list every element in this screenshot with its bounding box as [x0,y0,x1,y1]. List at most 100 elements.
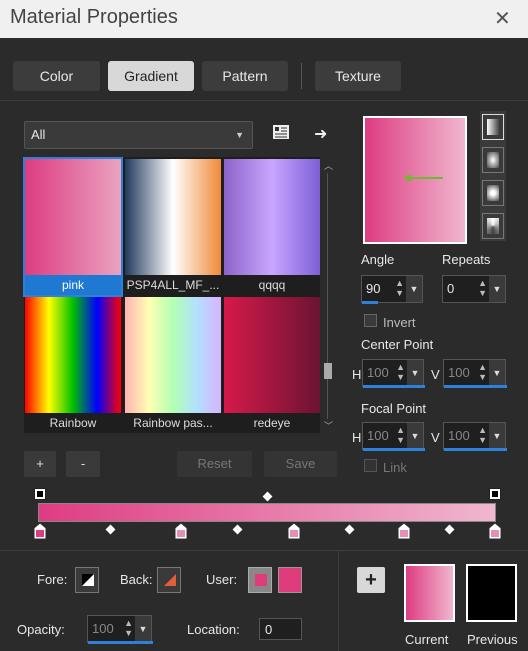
spin-arrows-icon[interactable]: ▲ ▼ [478,425,487,445]
gradient-thumbnail[interactable]: redeye [224,297,320,433]
foreground-icon [82,574,94,586]
file-format-icon[interactable] [272,124,290,140]
gradient-swatch [25,159,121,275]
chevron-down-icon[interactable]: ▼ [406,276,422,302]
spin-arrows-icon[interactable]: ▲ ▼ [478,362,487,382]
save-button[interactable]: Save [264,451,337,477]
focal-v-spinbox[interactable]: 100 ▲ ▼ ▼ [443,422,507,451]
fore-color-button[interactable] [75,567,99,593]
tab-pattern[interactable]: Pattern [202,61,288,91]
repeats-label: Repeats [442,252,491,267]
color-midpoint[interactable] [232,524,243,535]
scroll-down-icon[interactable]: ﹀ [324,419,333,432]
chevron-down-icon[interactable]: ▼ [135,616,151,642]
opacity-value: 100 [92,621,114,636]
color-midpoint[interactable] [444,524,455,535]
center-h-slider [363,385,425,388]
center-point-label: Center Point [361,337,434,352]
gallery-scrollbar[interactable]: ︿ ﹀ [322,159,334,433]
tab-texture[interactable]: Texture [315,61,401,91]
user-color-button[interactable] [248,567,272,593]
invert-checkbox[interactable] [364,314,377,327]
focal-h-value: 100 [367,428,389,443]
gradient-swatch [25,297,121,413]
tab-gradient[interactable]: Gradient [108,61,194,91]
arrow-right-icon[interactable]: ➜ [314,124,327,144]
center-h-label: H [352,367,362,382]
add-swatch-button[interactable]: + [357,567,385,593]
linear-style-button[interactable] [482,114,504,140]
focal-h-spinbox[interactable]: 100 ▲ ▼ ▼ [362,422,425,451]
tab-color[interactable]: Color [13,61,100,91]
current-swatch[interactable] [404,564,455,622]
focal-v-value: 100 [448,428,470,443]
remove-gradient-button[interactable]: - [66,451,100,477]
title-bar: Material Properties ✕ [0,0,528,38]
spin-arrows-icon[interactable]: ▲ ▼ [395,278,404,298]
repeats-spinbox[interactable]: 0 ▲ ▼ ▼ [442,275,506,303]
angle-label: Angle [361,252,395,267]
opacity-spinbox[interactable]: 100 ▲ ▼ ▼ [87,615,153,644]
color-stop[interactable] [397,522,411,542]
gradient-name: redeye [253,416,291,430]
spin-arrows-icon[interactable]: ▲ ▼ [396,425,405,445]
color-stop[interactable] [33,522,47,542]
chevron-down-icon[interactable]: ▼ [489,276,505,302]
gradient-swatch [125,297,221,413]
color-midpoint[interactable] [344,524,355,535]
focal-point-label: Focal Point [361,401,427,416]
close-icon[interactable]: ✕ [494,6,511,31]
gradient-name: Rainbow pas... [133,416,213,430]
invert-label: Invert [383,315,416,330]
sunburst-style-button[interactable] [482,180,504,206]
gradient-thumbnail[interactable]: PSP4ALL_MF_... [125,159,221,295]
gradient-name: Rainbow [49,416,97,430]
gradient-thumbnail[interactable]: pink [23,157,123,297]
rectangular-style-button[interactable] [482,147,504,173]
gradient-thumbnail[interactable]: Rainbow [25,297,121,433]
previous-swatch[interactable] [466,564,517,622]
scroll-up-icon[interactable]: ︿ [324,159,333,172]
gradient-name: qqqq [258,278,286,292]
center-h-value: 100 [367,365,389,380]
current-label: Current [405,632,449,647]
radial-style-button[interactable] [482,213,504,239]
location-value: 0 [265,622,273,637]
color-stop[interactable] [174,522,188,542]
color-stop[interactable] [287,522,301,542]
spin-arrows-icon[interactable]: ▲ ▼ [124,618,133,638]
category-dropdown[interactable]: All ▼ [24,121,253,149]
opacity-stop-start[interactable] [34,488,46,500]
gradient-thumbnail[interactable]: qqqq [224,159,320,295]
gradient-direction-arrow[interactable] [403,171,445,185]
scrollbar-thumb[interactable] [324,363,332,379]
add-gradient-button[interactable]: + [24,451,56,477]
opacity-midpoint[interactable] [262,491,273,502]
chevron-down-icon[interactable]: ▼ [489,360,505,386]
chevron-down-icon[interactable]: ▼ [407,360,423,386]
center-h-spinbox[interactable]: 100 ▲ ▼ ▼ [362,359,425,388]
center-v-value: 100 [448,365,470,380]
color-stop[interactable] [488,522,502,542]
spin-arrows-icon[interactable]: ▲ ▼ [478,278,487,298]
gradient-name: PSP4ALL_MF_... [126,278,220,292]
angle-spinbox[interactable]: 90 ▲ ▼ ▼ [361,275,423,304]
back-color-button[interactable] [157,567,181,593]
gradient-preview[interactable] [363,116,467,244]
color-midpoint[interactable] [105,524,116,535]
location-input[interactable]: 0 [259,618,302,640]
previous-label: Previous [467,632,518,647]
user-color-swatch[interactable] [278,567,302,593]
chevron-down-icon[interactable]: ▼ [489,423,505,449]
center-v-label: V [431,367,440,382]
gradient-thumbnail[interactable]: Rainbow pas... [125,297,221,433]
reset-button[interactable]: Reset [177,451,252,477]
focal-h-label: H [352,430,362,445]
center-v-spinbox[interactable]: 100 ▲ ▼ ▼ [443,359,507,388]
spin-arrows-icon[interactable]: ▲ ▼ [396,362,405,382]
link-checkbox[interactable] [364,459,377,472]
angle-value: 90 [366,281,381,296]
chevron-down-icon[interactable]: ▼ [407,423,423,449]
opacity-stop-end[interactable] [489,488,501,500]
gradient-bar[interactable] [38,503,496,522]
